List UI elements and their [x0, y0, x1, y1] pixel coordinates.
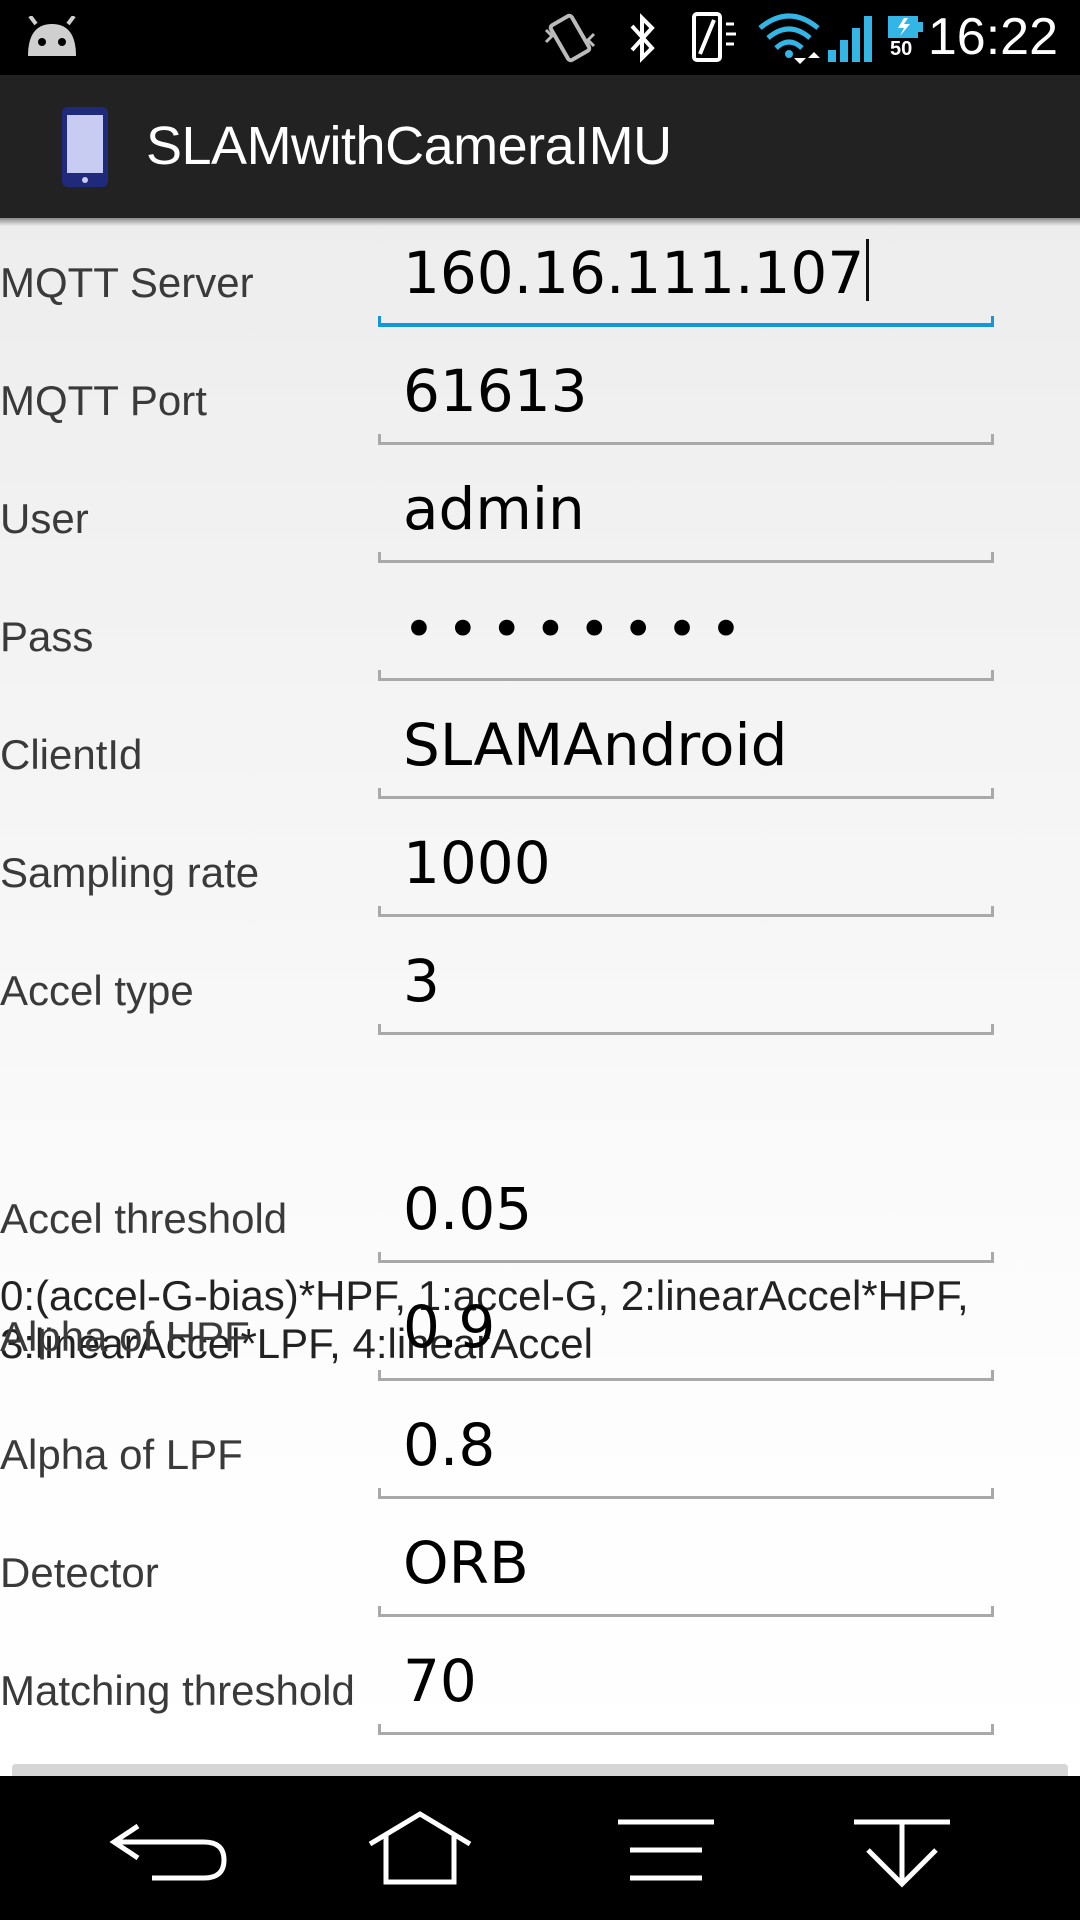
mqtt-port-input[interactable]: 61613 — [403, 357, 588, 425]
field-label: Alpha of HPF — [0, 1313, 250, 1360]
nfc-icon — [692, 12, 736, 62]
field-label: Detector — [0, 1549, 159, 1596]
input-underline — [378, 552, 994, 563]
field-label: MQTT Port — [0, 377, 207, 424]
mqtt-port-field[interactable]: MQTT Port 61613 — [0, 345, 1080, 445]
user-field[interactable]: User admin — [0, 463, 1080, 563]
accel-threshold-input[interactable]: 0.05 — [403, 1175, 532, 1243]
navigation-bar — [0, 1776, 1080, 1920]
input-text: 160.16.111.107 — [403, 239, 865, 307]
accel-threshold-field[interactable]: Accel threshold 0.05 — [0, 1163, 1080, 1263]
field-label: Pass — [0, 613, 94, 660]
field-label: MQTT Server — [0, 259, 254, 306]
accel-type-field[interactable]: Accel type 3 — [0, 935, 1080, 1035]
detector-input[interactable]: ORB — [403, 1529, 529, 1597]
field-label: User — [0, 495, 89, 542]
action-bar-shadow — [0, 218, 1080, 226]
battery-level: 50 — [890, 38, 913, 60]
wifi-icon — [758, 13, 820, 64]
input-underline — [378, 316, 994, 327]
field-label: Accel type — [0, 967, 194, 1014]
field-label: ClientId — [0, 731, 143, 778]
input-underline — [378, 1724, 994, 1735]
user-input[interactable]: admin — [403, 475, 585, 543]
pass-field[interactable]: Pass •••••••• — [0, 581, 1080, 681]
detector-field[interactable]: Detector ORB — [0, 1517, 1080, 1617]
field-label: Sampling rate — [0, 849, 260, 896]
matching-threshold-field[interactable]: Matching threshold 70 — [0, 1635, 1080, 1735]
alpha-lpf-input[interactable]: 0.8 — [403, 1411, 495, 1479]
client-id-input[interactable]: SLAMAndroid — [403, 711, 787, 779]
mqtt-server-field[interactable]: MQTT Server 160.16.111.107 — [0, 227, 1080, 327]
pass-input[interactable]: •••••••• — [403, 598, 754, 661]
settings-form: MQTT Server 160.16.111.107 MQTT Port 616… — [0, 218, 1080, 1776]
field-label: Accel threshold — [0, 1195, 288, 1242]
accel-type-input[interactable]: 3 — [403, 947, 440, 1015]
input-underline — [378, 1370, 994, 1381]
status-bar: 50 16:22 — [0, 0, 1080, 75]
home-icon[interactable] — [350, 1806, 490, 1896]
field-label: Alpha of LPF — [0, 1431, 243, 1478]
app-title: SLAMwithCameraIMU — [146, 116, 672, 176]
sampling-rate-field[interactable]: Sampling rate 1000 — [0, 817, 1080, 917]
bluetooth-icon — [630, 13, 655, 63]
clock: 16:22 — [927, 8, 1058, 66]
text-cursor — [866, 239, 870, 301]
input-underline — [378, 1252, 994, 1263]
signal-icon — [828, 16, 872, 62]
input-underline — [378, 1024, 994, 1035]
input-underline — [378, 1488, 994, 1499]
mqtt-server-input[interactable]: 160.16.111.107 — [403, 239, 870, 307]
alpha-hpf-input[interactable]: 0.9 — [403, 1293, 495, 1361]
input-underline — [378, 788, 994, 799]
alpha-lpf-field[interactable]: Alpha of LPF 0.8 — [0, 1399, 1080, 1499]
action-bar: SLAMwithCameraIMU — [0, 75, 1080, 218]
next-item-edge — [12, 1764, 1068, 1776]
hide-keyboard-icon[interactable] — [832, 1806, 972, 1896]
input-underline — [378, 434, 994, 445]
back-icon[interactable] — [104, 1806, 244, 1896]
field-label: Matching threshold — [0, 1667, 355, 1714]
alpha-hpf-field[interactable]: Alpha of HPF 0.9 — [0, 1281, 1080, 1381]
phone-app-icon — [62, 107, 108, 187]
android-debug-icon — [28, 16, 76, 56]
input-underline — [378, 906, 994, 917]
sampling-rate-input[interactable]: 1000 — [403, 829, 551, 897]
input-underline — [378, 1606, 994, 1617]
battery-icon: 50 — [886, 12, 926, 64]
matching-threshold-input[interactable]: 70 — [403, 1647, 477, 1715]
client-id-field[interactable]: ClientId SLAMAndroid — [0, 699, 1080, 799]
menu-icon[interactable] — [596, 1806, 736, 1896]
vibrate-icon — [544, 13, 596, 63]
input-underline — [378, 670, 994, 681]
